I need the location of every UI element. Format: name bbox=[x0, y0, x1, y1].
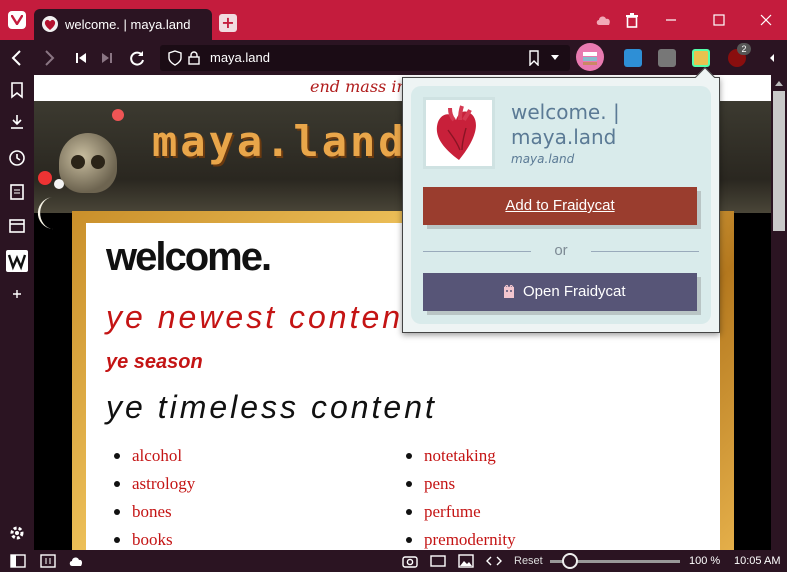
window-tiling-icon[interactable] bbox=[430, 554, 446, 568]
fraidycat-logo-icon bbox=[504, 285, 514, 298]
anatomical-heart-thumbnail bbox=[423, 97, 495, 169]
tab-tiling-icon[interactable] bbox=[40, 554, 56, 568]
heading-welcome: welcome. bbox=[106, 235, 272, 279]
cloud-sync-icon[interactable] bbox=[594, 10, 614, 30]
or-divider: or bbox=[423, 241, 699, 261]
profile-avatar[interactable] bbox=[576, 43, 604, 71]
ublock-icon[interactable]: 2 bbox=[728, 43, 751, 67]
topic-link[interactable]: books bbox=[108, 529, 195, 550]
wikipedia-panel-icon[interactable] bbox=[6, 250, 28, 272]
moon-icon bbox=[37, 197, 56, 230]
open-fraidycat-label: Open Fraidycat bbox=[523, 283, 626, 300]
url-input[interactable]: maya.land bbox=[160, 45, 570, 71]
vivaldi-menu-icon[interactable] bbox=[8, 11, 26, 29]
sync-cloud-icon[interactable] bbox=[68, 554, 83, 568]
topic-link[interactable]: alcohol bbox=[108, 445, 195, 473]
zoom-slider-knob[interactable] bbox=[561, 553, 578, 569]
heading-newest-content[interactable]: ye newest content bbox=[106, 299, 415, 336]
url-text: maya.land bbox=[210, 50, 270, 65]
heading-season[interactable]: ye season bbox=[106, 351, 203, 374]
site-title[interactable]: maya.land bbox=[152, 117, 407, 166]
lock-icon bbox=[188, 51, 200, 65]
forward-icon[interactable] bbox=[38, 47, 60, 69]
scroll-up-icon[interactable] bbox=[774, 79, 784, 87]
panel-toggle-icon[interactable] bbox=[10, 554, 26, 568]
add-panel-icon[interactable] bbox=[8, 285, 26, 303]
clock: 10:05 AM bbox=[734, 555, 781, 567]
topic-link[interactable]: premodernity bbox=[400, 529, 516, 550]
open-fraidycat-button[interactable]: Open Fraidycat bbox=[423, 273, 697, 311]
flower-decoration bbox=[38, 171, 52, 185]
extensions-chevron-icon[interactable] bbox=[762, 47, 784, 69]
topic-link[interactable]: pens bbox=[400, 473, 516, 501]
trash-icon[interactable] bbox=[622, 10, 642, 30]
bookmark-icon[interactable] bbox=[528, 50, 540, 66]
or-label: or bbox=[554, 242, 568, 259]
fast-forward-icon[interactable] bbox=[96, 47, 118, 69]
extension-badge: 2 bbox=[737, 43, 751, 55]
topic-link[interactable]: bones bbox=[108, 501, 195, 529]
address-bar: maya.land 2 bbox=[0, 40, 787, 75]
topic-link[interactable]: perfume bbox=[400, 501, 516, 529]
fraidycat-popup: welcome. | maya.land maya.land Add to Fr… bbox=[402, 67, 720, 333]
downloads-panel-icon[interactable] bbox=[8, 113, 26, 131]
image-toggle-icon[interactable] bbox=[458, 554, 474, 568]
popup-card: welcome. | maya.land maya.land Add to Fr… bbox=[411, 86, 711, 324]
topic-link[interactable]: astrology bbox=[108, 473, 195, 501]
active-tab[interactable]: welcome. | maya.land bbox=[34, 9, 212, 40]
topic-link[interactable]: notetaking bbox=[400, 445, 516, 473]
bookmarks-panel-icon[interactable] bbox=[8, 81, 26, 99]
page-scrollbar[interactable] bbox=[771, 75, 787, 550]
extension-puzzle-icon[interactable] bbox=[624, 49, 642, 67]
flower-decoration bbox=[112, 109, 124, 121]
skull-illustration bbox=[59, 133, 117, 193]
chevron-down-icon[interactable] bbox=[550, 54, 560, 62]
maximize-icon[interactable] bbox=[709, 10, 729, 30]
popup-feed-title: welcome. | maya.land bbox=[511, 100, 620, 149]
add-to-fraidycat-button[interactable]: Add to Fraidycat bbox=[423, 187, 697, 225]
history-panel-icon[interactable] bbox=[8, 149, 26, 167]
popup-feed-domain: maya.land bbox=[511, 152, 575, 166]
minimize-icon[interactable] bbox=[661, 10, 681, 30]
close-window-icon[interactable] bbox=[756, 10, 776, 30]
rewind-icon[interactable] bbox=[70, 47, 92, 69]
heading-timeless-content: ye timeless content bbox=[106, 389, 437, 425]
page-actions-icon[interactable] bbox=[486, 554, 502, 568]
tab-bar: welcome. | maya.land + bbox=[0, 0, 787, 40]
zoom-level: 100 % bbox=[689, 555, 721, 567]
flower-decoration bbox=[54, 179, 64, 189]
capture-camera-icon[interactable] bbox=[402, 554, 418, 568]
fraidycat-extension-icon[interactable] bbox=[692, 49, 710, 67]
heart-favicon-icon bbox=[42, 16, 58, 32]
window-panel-icon[interactable] bbox=[8, 217, 26, 235]
new-tab-button[interactable]: + bbox=[219, 14, 237, 32]
settings-gear-icon[interactable] bbox=[8, 524, 26, 542]
shield-icon[interactable] bbox=[168, 50, 182, 66]
notes-panel-icon[interactable] bbox=[8, 183, 26, 201]
status-bar: Reset 100 % 10:05 AM bbox=[0, 550, 787, 572]
topic-list-left: alcohol astrology bones books bbox=[108, 445, 195, 550]
zoom-reset-button[interactable]: Reset bbox=[514, 555, 543, 567]
tab-title: welcome. | maya.land bbox=[65, 17, 191, 32]
camera-extension-icon[interactable] bbox=[658, 49, 676, 67]
scroll-thumb[interactable] bbox=[773, 91, 785, 231]
reload-icon[interactable] bbox=[126, 47, 148, 69]
topic-list-right: notetaking pens perfume premodernity bbox=[400, 445, 516, 550]
back-icon[interactable] bbox=[6, 47, 28, 69]
side-panel bbox=[0, 75, 34, 550]
